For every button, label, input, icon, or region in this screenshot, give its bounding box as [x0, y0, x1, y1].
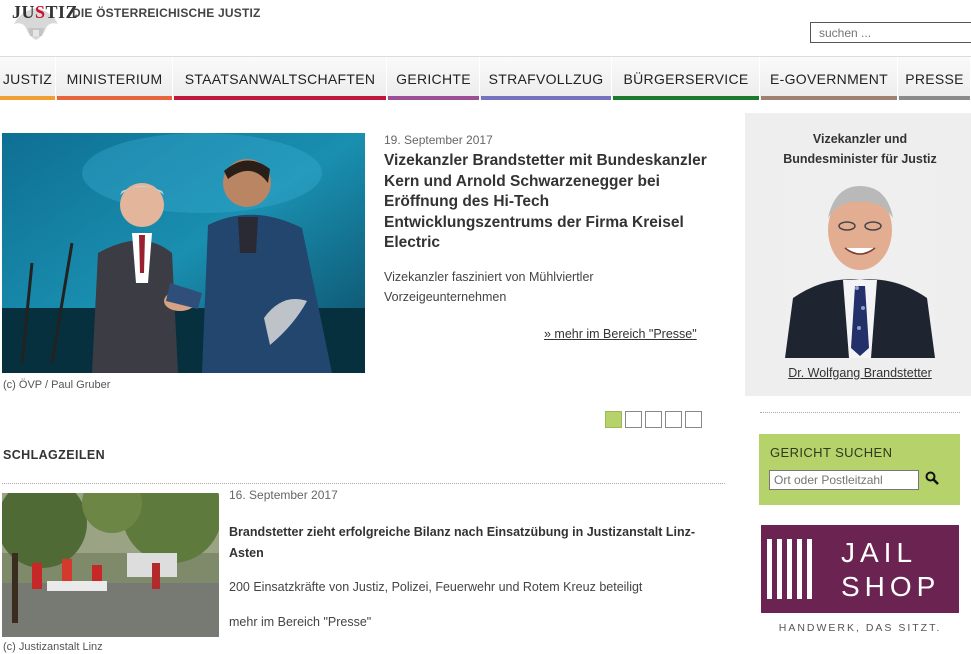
- nav-item-color-bar: [388, 96, 479, 100]
- headlines-divider: [2, 483, 725, 484]
- nav-item-bürgerservice[interactable]: BÜRGERSERVICE: [613, 57, 760, 100]
- slideshow-dot[interactable]: [625, 411, 642, 428]
- site-title: DIE ÖSTERREICHISCHE JUSTIZ: [72, 6, 261, 20]
- feature-more-link[interactable]: » mehr im Bereich "Presse": [544, 327, 697, 341]
- minister-box: Vizekanzler und Bundesminister für Justi…: [745, 113, 971, 396]
- nav-item-color-bar: [57, 96, 172, 100]
- news-more-link[interactable]: mehr im Bereich "Presse": [229, 615, 371, 629]
- minister-name-link[interactable]: Dr. Wolfgang Brandstetter: [745, 366, 971, 380]
- slideshow-pager: [605, 411, 702, 428]
- news-image-caption: (c) Justizanstalt Linz: [3, 641, 103, 653]
- jail-shop-line1: JAIL: [841, 537, 918, 568]
- jail-shop-line2: SHOP: [841, 571, 941, 602]
- headlines-heading: SCHLAGZEILEN: [3, 448, 106, 462]
- minister-photo[interactable]: [785, 168, 935, 358]
- court-search-input[interactable]: [769, 470, 919, 490]
- logo-wordmark: JUSTIZ: [12, 2, 79, 22]
- nav-item-presse[interactable]: PRESSE: [899, 57, 971, 100]
- nav-item-label: BÜRGERSERVICE: [623, 70, 749, 87]
- nav-item-label: GERICHTE: [396, 70, 471, 87]
- site-search-input[interactable]: [810, 22, 971, 43]
- slideshow-dot[interactable]: [665, 411, 682, 428]
- nav-item-label: MINISTERIUM: [66, 70, 163, 87]
- slideshow-dot[interactable]: [645, 411, 662, 428]
- nav-item-color-bar: [613, 96, 759, 100]
- feature-title[interactable]: Vizekanzler Brandstetter mit Bundeskanzl…: [384, 151, 714, 254]
- court-search-box: GERICHT SUCHEN: [759, 434, 960, 505]
- nav-item-label: E-GOVERNMENT: [770, 70, 888, 87]
- feature-date: 19. September 2017: [384, 133, 493, 147]
- main-navigation: JUSTIZ MINISTERIUM STAATSANWALTSCHAFTEN GER…: [0, 56, 971, 100]
- nav-item-label: STRAFVOLLZUG: [488, 70, 604, 87]
- feature-image[interactable]: [2, 133, 365, 373]
- minister-title: Vizekanzler und Bundesminister für Justi…: [783, 132, 937, 166]
- court-search-title: GERICHT SUCHEN: [770, 445, 893, 460]
- nav-item-staatsanwaltschaften[interactable]: STAATSANWALTSCHAFTEN: [174, 57, 387, 100]
- nav-item-e-government[interactable]: E-GOVERNMENT: [761, 57, 898, 100]
- news-subtitle: 200 Einsatzkräfte von Justiz, Polizei, F…: [229, 580, 643, 594]
- sidebar-divider: [760, 412, 960, 413]
- nav-item-color-bar: [0, 96, 55, 100]
- magnifier-icon[interactable]: [925, 471, 939, 485]
- nav-item-ministerium[interactable]: MINISTERIUM: [57, 57, 173, 100]
- nav-item-color-bar: [761, 96, 897, 100]
- nav-item-label: JUSTIZ: [2, 70, 53, 87]
- page-header: JUSTIZ DIE ÖSTERREICHISCHE JUSTIZ: [0, 0, 971, 52]
- news-image[interactable]: [2, 493, 219, 637]
- nav-item-justiz[interactable]: JUSTIZ: [0, 57, 56, 100]
- nav-item-label: STAATSANWALTSCHAFTEN: [184, 70, 376, 87]
- nav-item-label: PRESSE: [905, 70, 964, 87]
- nav-item-color-bar: [481, 96, 611, 100]
- jail-shop-tagline: HANDWERK, DAS SITZT.: [778, 622, 942, 634]
- jail-shop-banner[interactable]: JAIL SHOP: [761, 525, 959, 613]
- news-date: 16. September 2017: [229, 488, 338, 502]
- nav-item-color-bar: [899, 96, 970, 100]
- feature-subtitle: Vizekanzler fasziniert von Mühlviertler …: [384, 270, 594, 304]
- slideshow-dot[interactable]: [685, 411, 702, 428]
- justiz-logo[interactable]: JUSTIZ: [6, 0, 78, 42]
- slideshow-dot[interactable]: [605, 411, 622, 428]
- nav-item-strafvollzug[interactable]: STRAFVOLLZUG: [481, 57, 612, 100]
- nav-item-gerichte[interactable]: GERICHTE: [388, 57, 480, 100]
- news-title[interactable]: Brandstetter zieht erfolgreiche Bilanz n…: [229, 522, 724, 564]
- nav-item-color-bar: [174, 96, 386, 100]
- feature-image-caption: (c) ÖVP / Paul Gruber: [3, 379, 111, 391]
